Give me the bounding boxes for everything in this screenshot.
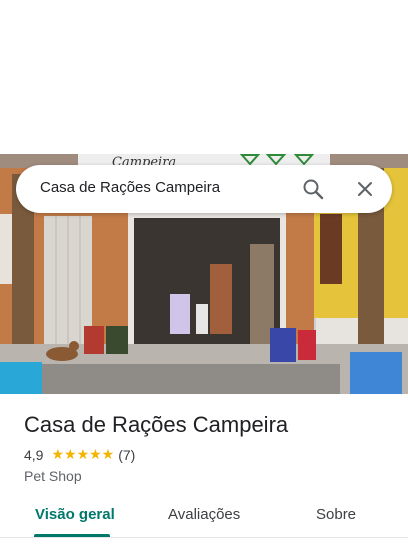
rating-value: 4,9 bbox=[24, 446, 44, 463]
star-rating-icon: ★★★★★ bbox=[51, 446, 115, 462]
search-icon[interactable] bbox=[300, 176, 326, 202]
search-input[interactable]: Casa de Rações Campeira bbox=[40, 179, 220, 196]
place-title: Casa de Rações Campeira bbox=[24, 412, 289, 437]
place-tabs: Visão geral Avaliações Sobre bbox=[0, 496, 408, 540]
search-bar[interactable]: Casa de Rações Campeira bbox=[16, 165, 392, 213]
tabs-divider bbox=[0, 537, 408, 538]
place-category[interactable]: Pet Shop bbox=[24, 468, 82, 484]
review-count[interactable]: (7) bbox=[118, 447, 135, 463]
blank-header-area bbox=[0, 0, 408, 154]
tab-about[interactable]: Sobre bbox=[316, 506, 356, 523]
close-icon[interactable] bbox=[352, 176, 378, 202]
rating-row[interactable]: 4,9 ★★★★★ (7) bbox=[24, 446, 135, 463]
tab-reviews[interactable]: Avaliações bbox=[168, 506, 240, 523]
tab-overview[interactable]: Visão geral bbox=[35, 506, 115, 523]
